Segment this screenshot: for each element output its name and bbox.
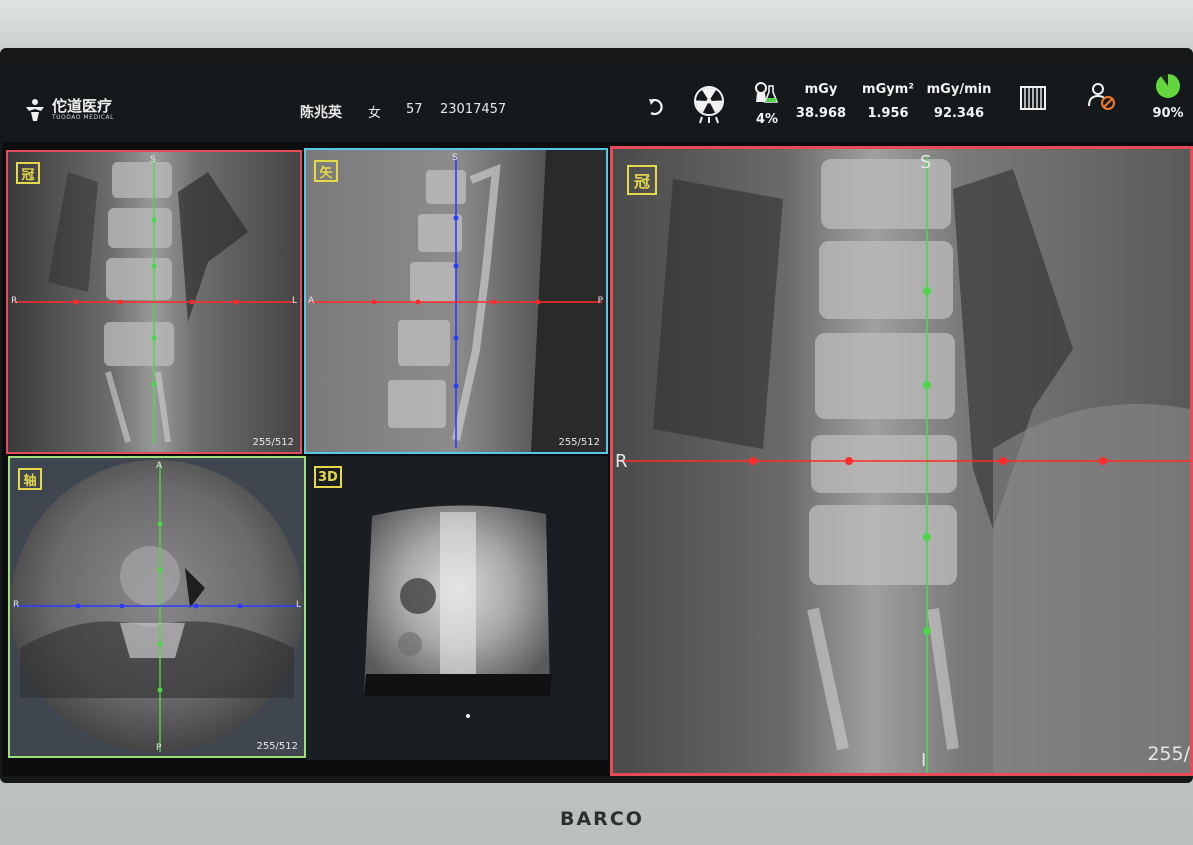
orient-top: S bbox=[920, 152, 932, 173]
orient-left: R bbox=[615, 451, 628, 472]
main-coronal-tag: 冠 bbox=[627, 165, 657, 195]
contrast-flask-icon bbox=[755, 82, 779, 103]
dose-rate-value: 92.346 bbox=[933, 106, 985, 121]
sagittal-image bbox=[306, 150, 606, 452]
radiation-icon[interactable] bbox=[692, 84, 726, 124]
viewport-3d[interactable]: 3D bbox=[306, 456, 608, 760]
slice-counter: 255/512 bbox=[256, 741, 298, 752]
orient-bottom: I bbox=[921, 750, 927, 771]
slice-counter: 255/512 bbox=[558, 437, 600, 448]
top-bar: 佗道医疗 TUODAO MEDICAL 陈兆英 女 57 23017457 4%… bbox=[2, 64, 1193, 142]
patient-name: 陈兆英 bbox=[300, 105, 342, 121]
viewport-main-coronal[interactable]: 冠 S R I 255/ bbox=[610, 146, 1193, 776]
orient-right: L bbox=[295, 600, 301, 610]
dose-value: 38.968 bbox=[795, 106, 847, 121]
render-3d-image bbox=[364, 505, 552, 718]
battery-percent: 90% bbox=[1152, 106, 1184, 121]
return-icon[interactable] bbox=[647, 96, 669, 118]
battery-pie-icon bbox=[1156, 74, 1181, 98]
orient-top: S bbox=[452, 153, 458, 163]
orient-left: R bbox=[11, 296, 18, 306]
dap-value: 1.956 bbox=[867, 106, 909, 121]
logo-mark-icon bbox=[26, 99, 44, 121]
orient-right: L bbox=[291, 296, 297, 306]
orient-top: S bbox=[150, 155, 156, 165]
grid-icon[interactable] bbox=[1020, 86, 1046, 110]
coronal-image bbox=[8, 152, 300, 452]
coronal-tag: 冠 bbox=[16, 162, 40, 184]
axial-tag: 轴 bbox=[18, 468, 42, 490]
render-3d-tag: 3D bbox=[314, 466, 342, 488]
contrast-percent: 4% bbox=[755, 112, 779, 127]
user-block-icon[interactable] bbox=[1088, 82, 1116, 110]
slice-counter: 255/512 bbox=[252, 437, 294, 448]
dose-label: mGy bbox=[804, 82, 838, 97]
logo-text-en: TUODAO MEDICAL bbox=[52, 114, 114, 121]
dose-rate-label: mGy/min bbox=[926, 82, 992, 97]
patient-sex: 女 bbox=[368, 106, 382, 121]
logo-text-cn: 佗道医疗 bbox=[52, 97, 113, 115]
sagittal-tag: 矢 bbox=[314, 160, 338, 182]
viewport-axial[interactable]: 轴 A P R L 255/512 bbox=[8, 456, 306, 758]
axial-image bbox=[11, 460, 303, 752]
orient-top: A bbox=[156, 461, 163, 471]
orient-bottom: P bbox=[156, 743, 162, 753]
slice-counter: 255/ bbox=[1147, 743, 1190, 765]
orient-right: P bbox=[597, 296, 603, 306]
patient-age: 57 bbox=[406, 102, 423, 117]
patient-id: 23017457 bbox=[440, 102, 507, 117]
viewport-coronal[interactable]: 冠 S R L 255/512 bbox=[6, 150, 302, 454]
app-logo: 佗道医疗 TUODAO MEDICAL bbox=[24, 98, 114, 122]
viewport-sagittal[interactable]: 矢 S A P 255/512 bbox=[304, 148, 608, 454]
orient-left: R bbox=[13, 600, 20, 610]
monitor-brand-logo: BARCO bbox=[560, 808, 644, 830]
dap-label: mGym² bbox=[862, 82, 914, 97]
main-coronal-image bbox=[613, 149, 1190, 773]
orient-left: A bbox=[308, 296, 315, 306]
screen: 佗道医疗 TUODAO MEDICAL 陈兆英 女 57 23017457 4%… bbox=[2, 64, 1193, 776]
